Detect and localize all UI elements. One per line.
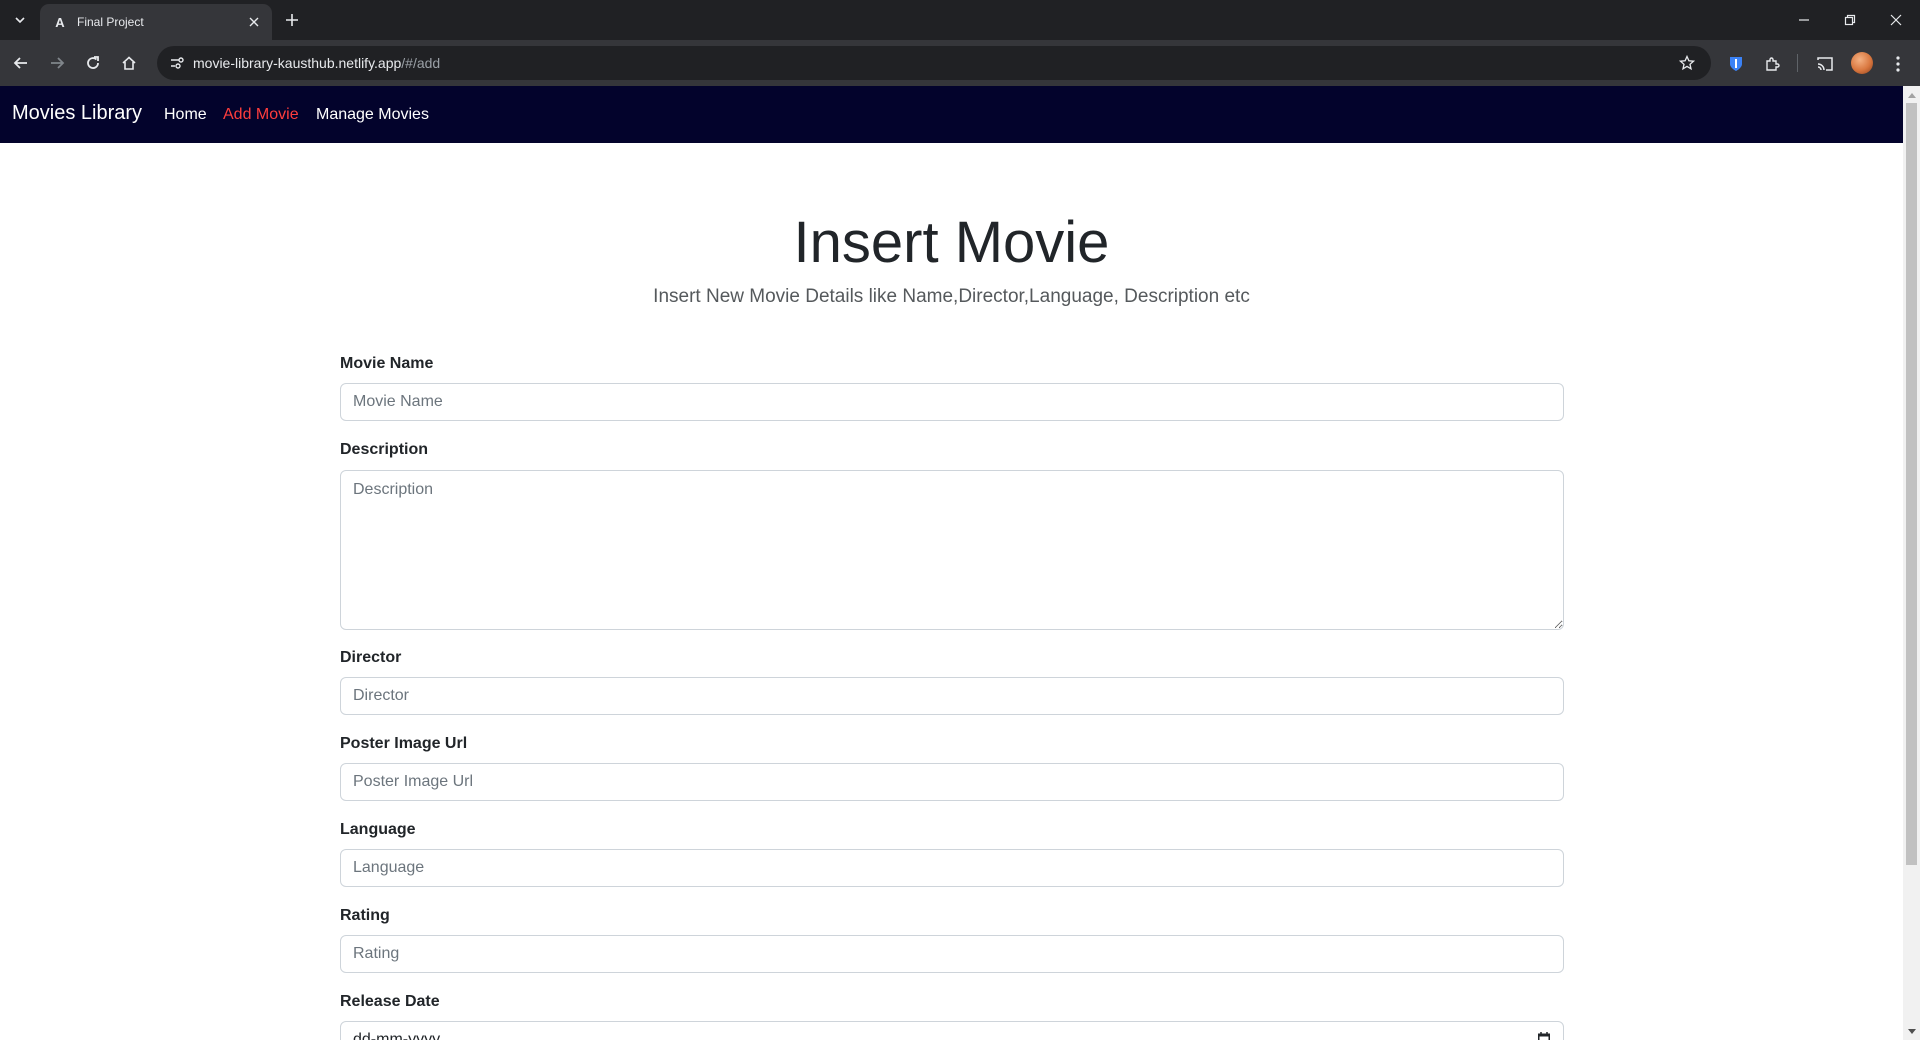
close-icon[interactable] [244, 12, 264, 32]
nav-link-add-movie[interactable]: Add Movie [223, 106, 299, 124]
angular-favicon-icon: A [55, 14, 65, 30]
url-text: movie-library-kausthub.netlify.app/#/add [193, 55, 440, 71]
forward-icon[interactable] [42, 48, 72, 78]
scrollbar-thumb[interactable] [1906, 103, 1917, 865]
url-path: /#/add [401, 55, 441, 71]
tab-list-icon[interactable] [6, 8, 34, 32]
director-input[interactable] [340, 677, 1564, 715]
movie-name-label: Movie Name [340, 355, 434, 372]
back-icon[interactable] [6, 48, 36, 78]
calendar-icon[interactable] [1537, 1031, 1551, 1040]
restore-icon[interactable] [1827, 0, 1873, 40]
navbar-brand[interactable]: Movies Library [12, 102, 142, 125]
shield-extension-icon[interactable] [1724, 52, 1748, 76]
tab-title: Final Project [77, 15, 144, 29]
browser-tabstrip: A Final Project [0, 0, 1920, 40]
poster-url-label: Poster Image Url [340, 735, 468, 752]
home-icon[interactable] [114, 48, 144, 78]
rating-label: Rating [340, 907, 390, 924]
language-input[interactable] [340, 849, 1564, 887]
reload-icon[interactable] [78, 48, 108, 78]
star-icon[interactable] [1675, 51, 1699, 75]
kebab-menu-icon[interactable] [1886, 52, 1910, 76]
toolbar-divider [1797, 54, 1798, 72]
address-bar[interactable]: movie-library-kausthub.netlify.app/#/add [157, 46, 1711, 80]
language-label: Language [340, 821, 416, 838]
page-scrollbar[interactable] [1903, 86, 1920, 1040]
site-info-icon[interactable] [165, 51, 189, 75]
scroll-down-icon[interactable] [1903, 1023, 1920, 1040]
url-host: movie-library-kausthub.netlify.app [193, 55, 402, 71]
description-textarea[interactable] [340, 470, 1564, 630]
release-date-placeholder: dd-mm-yyyy [353, 1031, 441, 1040]
site-navbar: Movies Library Home Add Movie Manage Mov… [0, 86, 1903, 143]
browser-toolbar: movie-library-kausthub.netlify.app/#/add [0, 40, 1920, 86]
puzzle-extension-icon[interactable] [1760, 52, 1784, 76]
nav-link-home[interactable]: Home [164, 106, 207, 124]
release-date-label: Release Date [340, 993, 440, 1010]
page-subtitle: Insert New Movie Details like Name,Direc… [653, 286, 1250, 307]
plus-icon[interactable] [278, 8, 306, 32]
poster-url-input[interactable] [340, 763, 1564, 801]
page-title: Insert Movie [793, 210, 1110, 275]
scroll-up-icon[interactable] [1903, 86, 1920, 103]
director-label: Director [340, 649, 402, 666]
close-window-icon[interactable] [1873, 0, 1919, 40]
minimize-icon[interactable] [1781, 0, 1827, 40]
browser-tab[interactable]: A Final Project [40, 4, 272, 40]
cast-icon[interactable] [1813, 52, 1837, 76]
release-date-input[interactable]: dd-mm-yyyy [340, 1021, 1564, 1040]
rating-input[interactable] [340, 935, 1564, 973]
page-viewport: Movies Library Home Add Movie Manage Mov… [0, 86, 1920, 1040]
movie-name-input[interactable] [340, 383, 1564, 421]
nav-link-manage-movies[interactable]: Manage Movies [316, 106, 429, 124]
avatar[interactable] [1851, 52, 1873, 74]
description-label: Description [340, 441, 429, 458]
